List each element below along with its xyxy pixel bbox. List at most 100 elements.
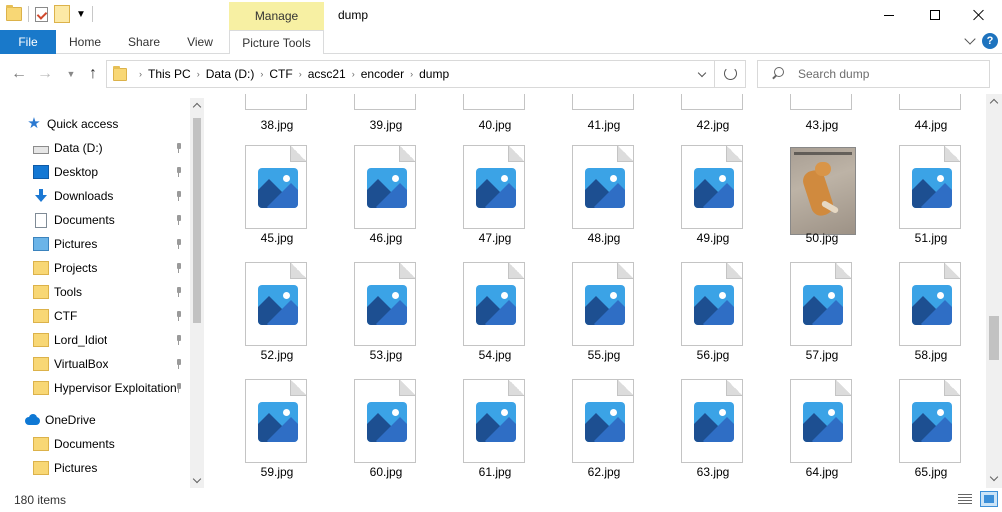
scroll-down-arrow-icon[interactable] — [192, 474, 202, 484]
breadcrumb-item[interactable]: acsc21 — [308, 67, 346, 81]
sidebar-item-quick-access[interactable]: ★ Quick access — [0, 112, 188, 136]
sidebar-item-ctf[interactable]: CTF — [0, 304, 188, 328]
minimize-button[interactable] — [866, 0, 912, 30]
pin-icon[interactable] — [175, 359, 183, 369]
page-fold — [726, 146, 742, 162]
sidebar-item-pictures[interactable]: Pictures — [0, 232, 188, 256]
file-item[interactable]: 59.jpg — [223, 379, 323, 488]
scroll-down-arrow-icon[interactable] — [989, 472, 999, 482]
file-item[interactable]: 61.jpg — [441, 379, 541, 488]
forward-arrow-icon[interactable]: → — [36, 65, 54, 83]
pin-icon[interactable] — [175, 167, 183, 177]
file-item[interactable]: 64.jpg — [768, 379, 868, 488]
breadcrumb-chevron-icon[interactable]: › — [410, 69, 413, 79]
search-box[interactable] — [757, 60, 990, 88]
file-item[interactable]: 62.jpg — [550, 379, 650, 488]
expand-ribbon-icon[interactable] — [964, 33, 976, 45]
manage-contextual-tab[interactable]: Manage — [229, 2, 324, 30]
pin-icon[interactable] — [175, 383, 183, 393]
breadcrumb-item[interactable]: This PC — [148, 67, 191, 81]
pin-icon[interactable] — [175, 239, 183, 249]
maximize-button[interactable] — [912, 0, 958, 30]
pin-icon[interactable] — [175, 191, 183, 201]
pin-icon[interactable] — [175, 287, 183, 297]
window-title: dump — [338, 8, 369, 22]
address-bar[interactable]: › This PC › Data (D:) › CTF › acsc21 › encoder › du… — [106, 60, 746, 88]
sidebar-item-desktop[interactable]: Desktop — [0, 160, 188, 184]
file-item[interactable]: 51.jpg — [877, 145, 977, 259]
scroll-up-arrow-icon[interactable] — [192, 102, 202, 112]
pin-icon[interactable] — [175, 143, 183, 153]
help-icon[interactable]: ? — [982, 33, 998, 49]
tab-picture-tools[interactable]: Picture Tools — [229, 30, 324, 55]
tab-share[interactable]: Share — [116, 30, 172, 54]
breadcrumb-item[interactable]: encoder — [361, 67, 404, 81]
breadcrumb-item[interactable]: CTF — [269, 67, 292, 81]
scroll-up-arrow-icon[interactable] — [989, 98, 999, 108]
file-thumbnail — [790, 262, 854, 346]
tab-home[interactable]: Home — [60, 30, 110, 54]
sidebar-item-downloads[interactable]: Downloads — [0, 184, 188, 208]
scrollbar-thumb[interactable] — [193, 118, 201, 323]
recent-locations-chevron-icon[interactable]: ▼ — [62, 65, 80, 83]
large-icons-view-icon[interactable] — [980, 491, 998, 507]
file-item[interactable]: 60.jpg — [332, 379, 432, 488]
sidebar-item-projects[interactable]: Projects — [0, 256, 188, 280]
file-item[interactable]: 52.jpg — [223, 262, 323, 376]
sidebar-item-data-d[interactable]: Data (D:) — [0, 136, 188, 160]
breadcrumb-chevron-icon[interactable]: › — [299, 69, 302, 79]
navigation-pane-scrollbar[interactable] — [190, 98, 204, 490]
file-item[interactable]: 65.jpg — [877, 379, 977, 488]
file-item[interactable]: 57.jpg — [768, 262, 868, 376]
sidebar-item-label: Tools — [54, 285, 83, 299]
pin-icon[interactable] — [175, 215, 183, 225]
page-fold — [508, 263, 524, 279]
sidebar-item-onedrive-documents[interactable]: Documents — [0, 432, 188, 456]
file-item[interactable]: 54.jpg — [441, 262, 541, 376]
file-item[interactable]: 55.jpg — [550, 262, 650, 376]
up-arrow-icon[interactable]: ↑ — [84, 65, 102, 83]
breadcrumb-chevron-icon[interactable]: › — [352, 69, 355, 79]
search-input[interactable] — [798, 67, 978, 81]
file-item[interactable]: 56.jpg — [659, 262, 759, 376]
sidebar-item-onedrive[interactable]: OneDrive — [0, 408, 188, 432]
file-item[interactable]: 63.jpg — [659, 379, 759, 488]
sidebar-item-virtualbox[interactable]: VirtualBox — [0, 352, 188, 376]
pin-icon[interactable] — [175, 263, 183, 273]
breadcrumb-chevron-icon[interactable]: › — [139, 69, 142, 79]
file-item[interactable]: 50.jpg — [768, 145, 868, 259]
file-thumbnail — [463, 379, 527, 463]
file-view-scrollbar[interactable] — [986, 94, 1002, 488]
scrollbar-thumb[interactable] — [989, 316, 999, 360]
file-item[interactable]: 45.jpg — [223, 145, 323, 259]
file-item[interactable]: 46.jpg — [332, 145, 432, 259]
breadcrumb-chevron-icon[interactable]: › — [260, 69, 263, 79]
breadcrumb-item[interactable]: dump — [419, 67, 449, 81]
breadcrumb-item[interactable]: Data (D:) — [206, 67, 255, 81]
file-item[interactable]: 53.jpg — [332, 262, 432, 376]
breadcrumb-chevron-icon[interactable]: › — [197, 69, 200, 79]
tab-view[interactable]: View — [178, 30, 222, 54]
pin-icon[interactable] — [175, 335, 183, 345]
sun-shape — [828, 409, 835, 416]
address-history-chevron-icon[interactable] — [697, 68, 707, 78]
customize-toolbar-dropdown-icon[interactable]: ▼ — [76, 9, 86, 20]
file-item[interactable]: 47.jpg — [441, 145, 541, 259]
back-arrow-icon[interactable]: ← — [10, 65, 28, 83]
details-view-icon[interactable] — [958, 492, 974, 506]
image-file-icon — [790, 379, 852, 463]
file-item[interactable]: 58.jpg — [877, 262, 977, 376]
sidebar-item-onedrive-pictures[interactable]: Pictures — [0, 456, 188, 480]
refresh-icon[interactable] — [724, 67, 737, 80]
file-name: 52.jpg — [260, 348, 294, 362]
sidebar-item-tools[interactable]: Tools — [0, 280, 188, 304]
file-item[interactable]: 48.jpg — [550, 145, 650, 259]
sidebar-item-documents[interactable]: Documents — [0, 208, 188, 232]
sidebar-item-hypervisor-exploitation[interactable]: Hypervisor Exploitation — [0, 376, 188, 400]
properties-icon[interactable] — [35, 6, 48, 22]
new-folder-icon[interactable] — [54, 5, 70, 23]
sidebar-item-lord-idiot[interactable]: Lord_Idiot — [0, 328, 188, 352]
file-item[interactable]: 49.jpg — [659, 145, 759, 259]
close-button[interactable] — [956, 0, 1002, 30]
pin-icon[interactable] — [175, 311, 183, 321]
